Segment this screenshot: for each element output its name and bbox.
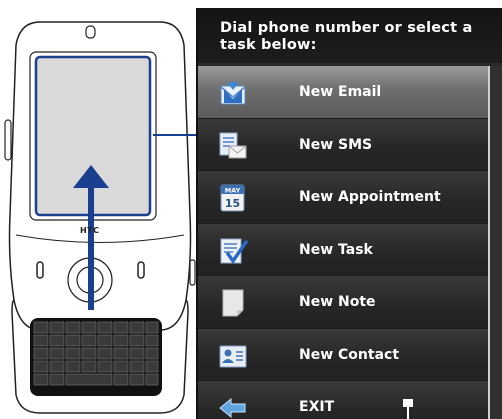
task-icon <box>220 238 248 264</box>
contact-icon <box>219 345 247 367</box>
email-icon <box>220 82 246 105</box>
scrollbar-track[interactable] <box>490 66 502 419</box>
sms-icon <box>219 132 247 158</box>
menu-item-exit[interactable]: EXIT <box>198 381 488 419</box>
note-icon <box>222 289 244 317</box>
menu-item-label: New Appointment <box>299 189 441 205</box>
menu-item-label: New Note <box>299 294 376 310</box>
menu-item-new-task[interactable]: New Task <box>198 223 488 276</box>
menu-item-new-contact[interactable]: New Contact <box>198 328 488 381</box>
menu-item-label: New Task <box>299 241 373 258</box>
menu-item-label: New Contact <box>299 346 400 363</box>
quick-task-panel: Dial phone number or select a task below… <box>196 8 502 419</box>
menu-item-new-appointment[interactable]: MAY 15 New Appointment <box>198 171 488 224</box>
phone-illustration: HTC <box>0 0 200 419</box>
panel-header: Dial phone number or select a task below… <box>198 8 502 63</box>
calendar-icon: MAY 15 <box>220 184 245 212</box>
menu-item-label: New SMS <box>299 136 373 153</box>
calendar-day-text: 15 <box>225 197 240 210</box>
menu-item-new-sms[interactable]: New SMS <box>198 118 488 171</box>
menu-item-new-email[interactable]: New Email <box>198 66 488 119</box>
callout-pointer-line <box>407 405 409 419</box>
exit-arrow-icon <box>219 397 246 419</box>
menu-item-label: New Email <box>299 84 382 100</box>
task-menu: New Email New SMS MAY 15 New Appointment <box>198 66 488 419</box>
phone-drawing <box>4 21 196 414</box>
callout-connector-line <box>153 134 196 136</box>
calendar-month-text: MAY <box>225 187 241 195</box>
menu-item-label: EXIT <box>299 399 335 415</box>
menu-item-new-note[interactable]: New Note <box>198 276 488 329</box>
brand-logo-text: HTC <box>80 226 100 235</box>
